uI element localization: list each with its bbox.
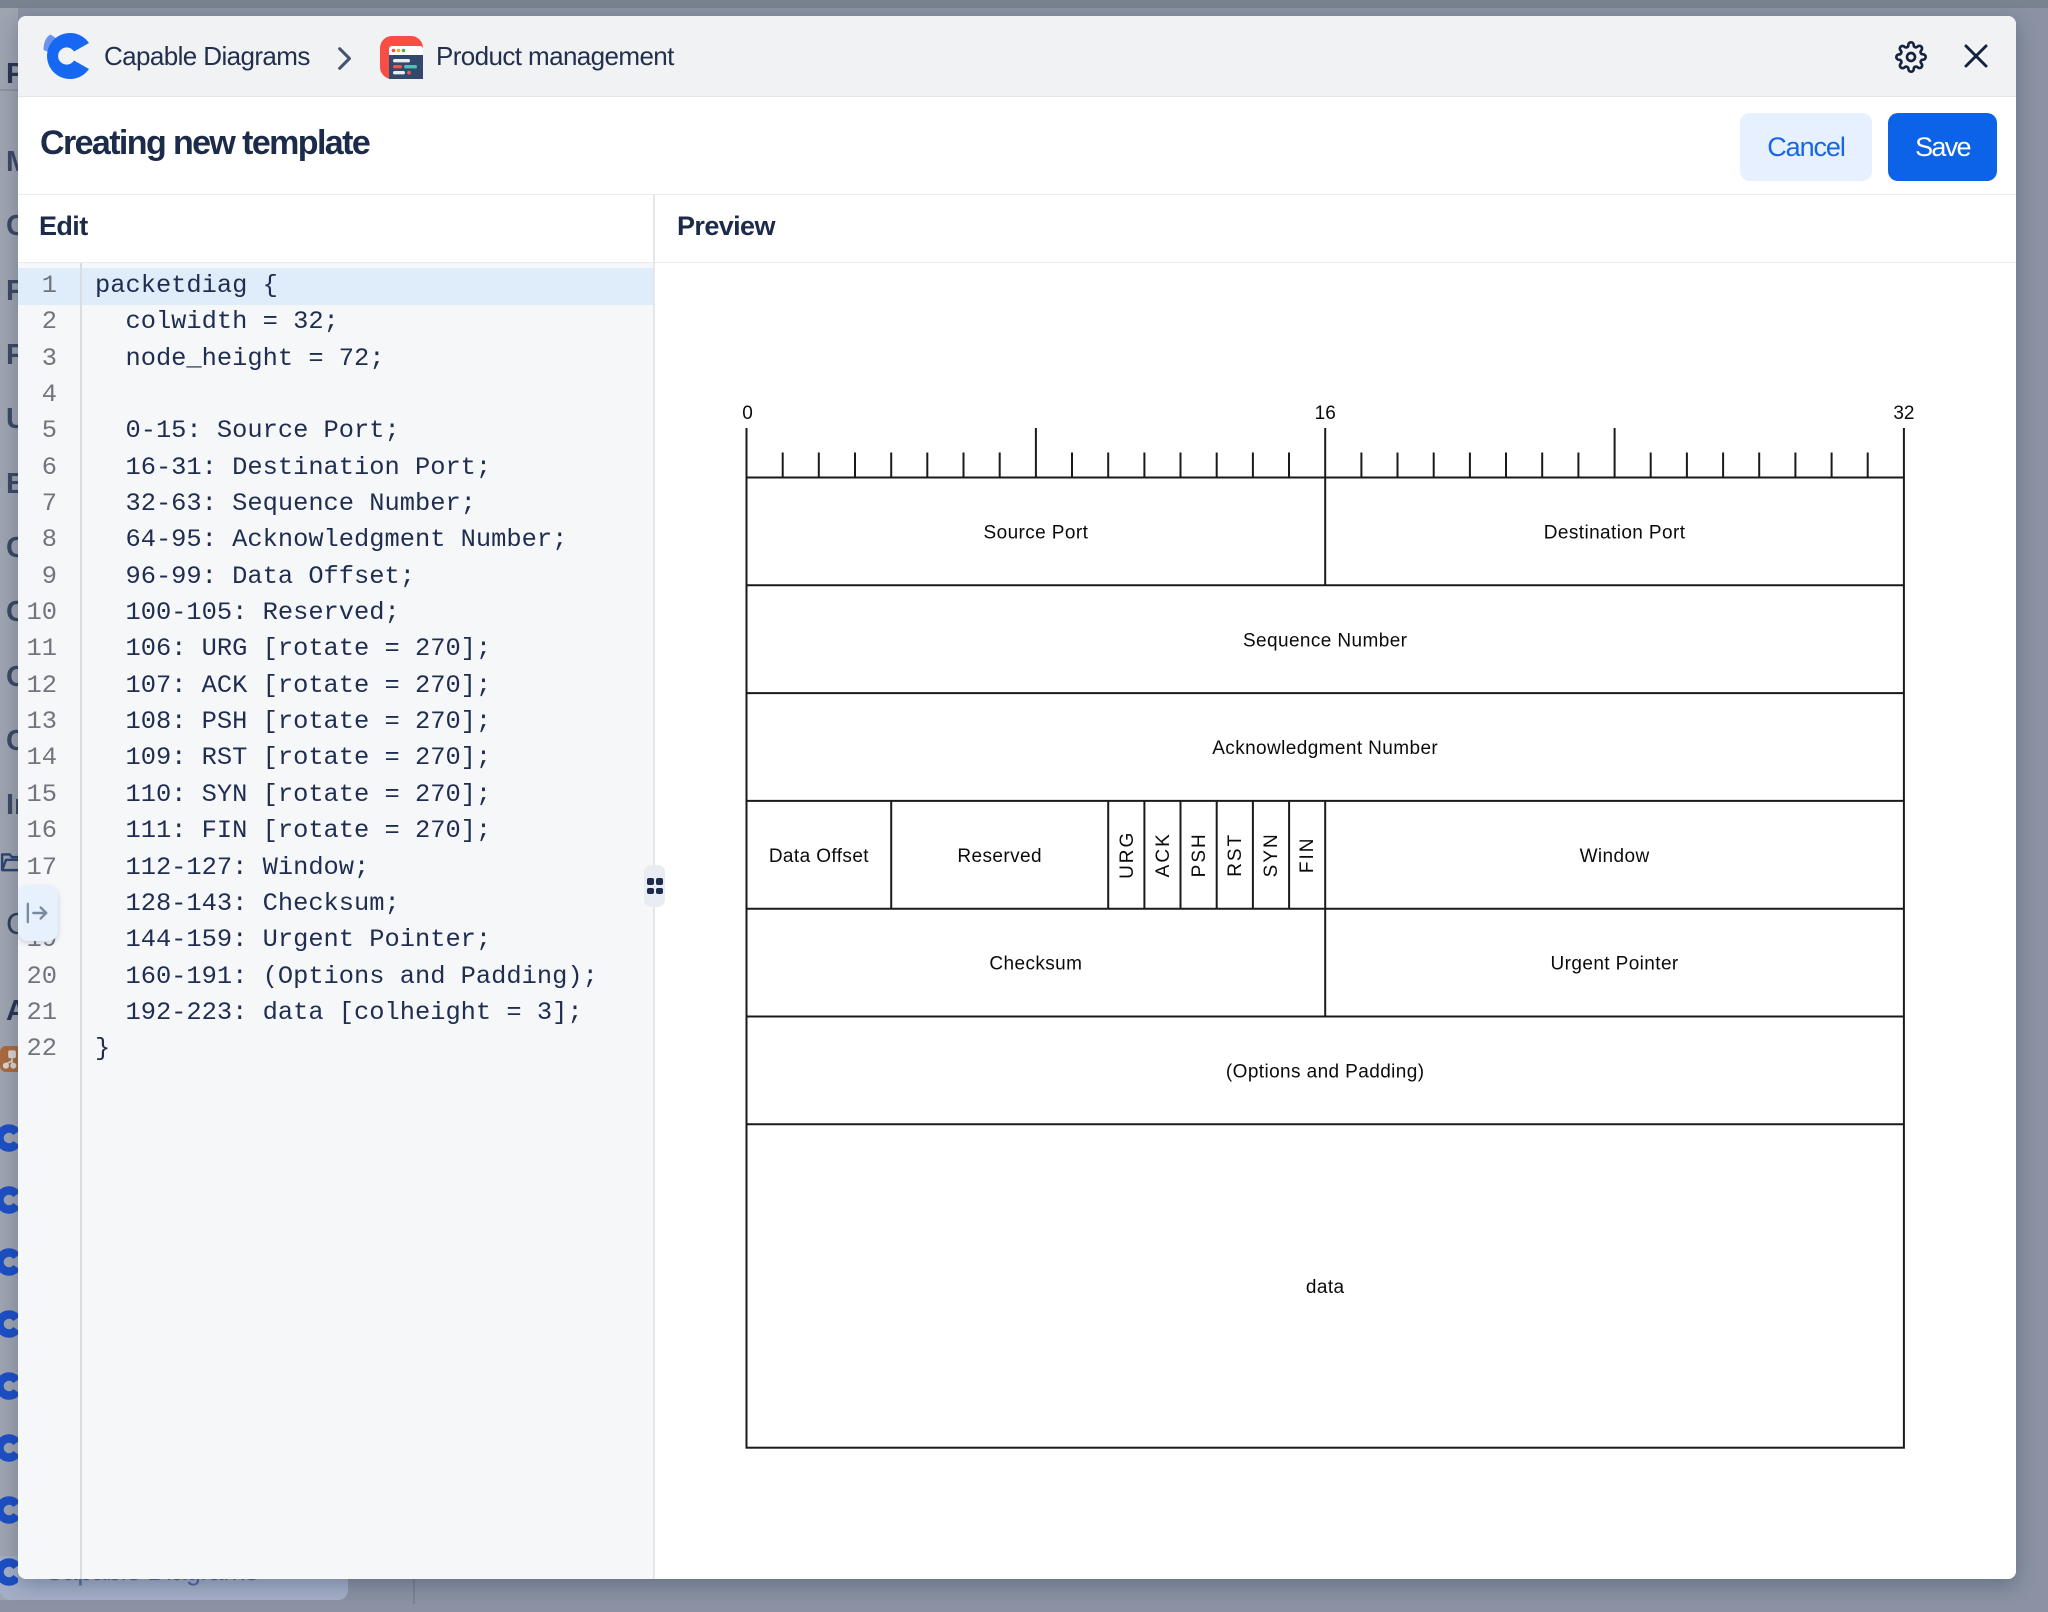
svg-text:0: 0	[742, 403, 753, 424]
svg-text:PSH: PSH	[1189, 832, 1210, 877]
svg-text:Checksum: Checksum	[989, 954, 1082, 975]
svg-text:Reserved: Reserved	[957, 846, 1042, 867]
svg-text:URG: URG	[1117, 831, 1138, 879]
svg-text:ACK: ACK	[1153, 832, 1174, 877]
svg-text:Sequence Number: Sequence Number	[1243, 630, 1408, 651]
svg-text:RST: RST	[1225, 833, 1246, 877]
svg-text:Urgent Pointer: Urgent Pointer	[1551, 954, 1679, 975]
svg-text:16: 16	[1315, 403, 1336, 424]
svg-text:FIN: FIN	[1297, 836, 1318, 873]
svg-text:32: 32	[1893, 403, 1914, 424]
svg-text:data: data	[1306, 1277, 1345, 1298]
svg-text:Data Offset: Data Offset	[769, 846, 869, 867]
svg-text:SYN: SYN	[1261, 832, 1282, 877]
svg-text:Source Port: Source Port	[984, 523, 1089, 544]
svg-text:Destination Port: Destination Port	[1544, 523, 1686, 544]
svg-text:(Options and Padding): (Options and Padding)	[1226, 1062, 1425, 1083]
svg-text:Acknowledgment Number: Acknowledgment Number	[1212, 738, 1438, 759]
svg-text:Window: Window	[1580, 846, 1650, 867]
